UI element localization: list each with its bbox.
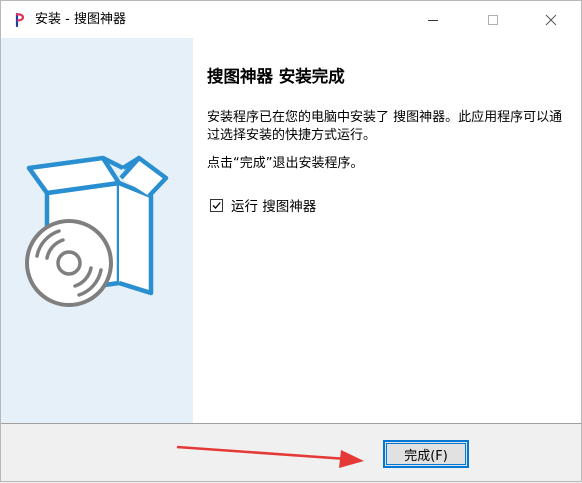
run-app-checkbox[interactable] bbox=[210, 198, 223, 212]
run-app-label: 运行 搜图神器 bbox=[231, 199, 317, 215]
close-icon bbox=[545, 14, 557, 25]
completion-heading: 搜图神器 安装完成 bbox=[207, 67, 345, 86]
run-app-option[interactable]: 运行 搜图神器 bbox=[210, 195, 316, 215]
minimize-button[interactable] bbox=[410, 1, 456, 38]
installer-window: 安装 - 搜图神器 搜图神器 安装完成 安装程序已在您的电脑中安装了 搜图神器。… bbox=[0, 0, 582, 482]
checkmark-icon bbox=[212, 201, 221, 209]
finish-button[interactable]: 完成(F) bbox=[383, 440, 469, 468]
maximize-button[interactable] bbox=[470, 1, 516, 38]
maximize-icon bbox=[488, 14, 498, 25]
button-bar: 完成(F) bbox=[1, 424, 581, 481]
content-panel: 搜图神器 安装完成 安装程序已在您的电脑中安装了 搜图神器。此应用程序可以通过选… bbox=[193, 38, 581, 423]
exit-instruction: 点击“完成”退出安装程序。 bbox=[207, 156, 364, 171]
title-bar: 安装 - 搜图神器 bbox=[1, 1, 581, 38]
minimize-icon bbox=[428, 19, 438, 21]
install-complete-message: 安装程序已在您的电脑中安装了 搜图神器。此应用程序可以通过选择安装的快捷方式运行… bbox=[207, 110, 563, 143]
disc-icon bbox=[25, 219, 113, 307]
window-title: 安装 - 搜图神器 bbox=[35, 12, 126, 27]
app-logo-icon bbox=[13, 12, 29, 28]
wizard-banner bbox=[1, 38, 193, 423]
close-button[interactable] bbox=[528, 1, 574, 38]
